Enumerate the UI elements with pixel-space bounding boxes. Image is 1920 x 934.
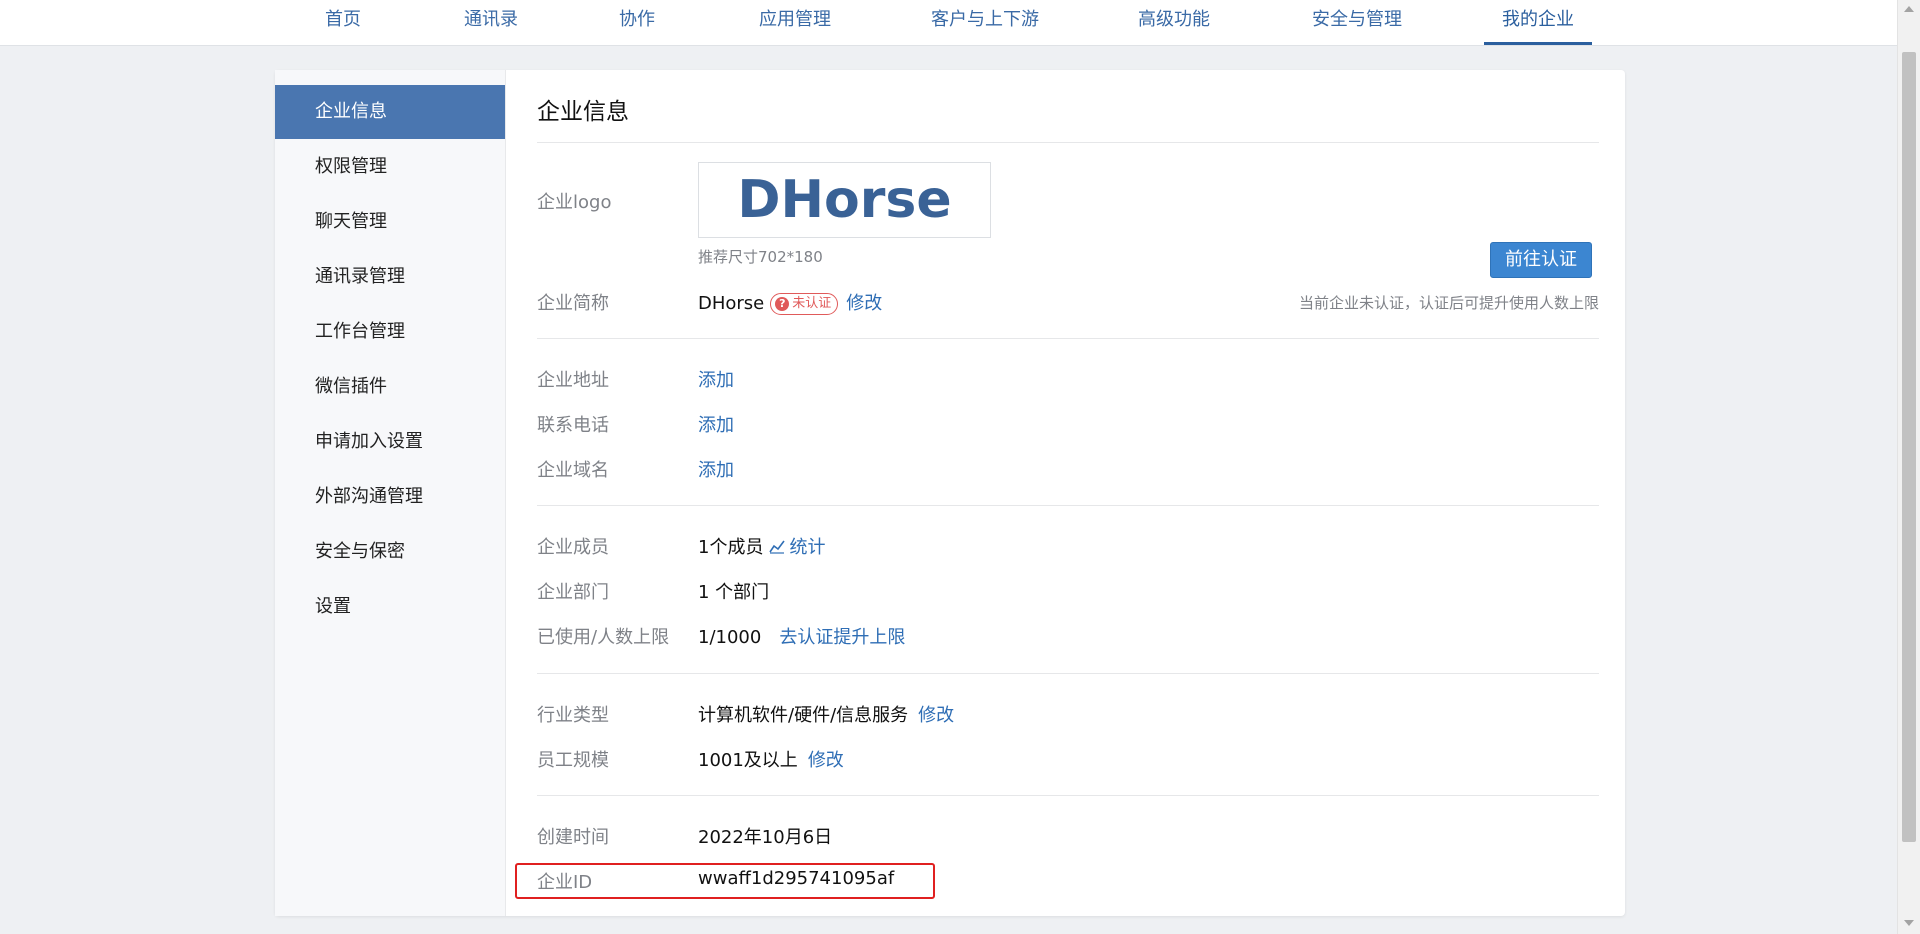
logo-text: DHorse <box>737 170 952 230</box>
divider <box>537 505 1599 506</box>
nav-label: 首页 <box>325 9 361 30</box>
phone-label: 联系电话 <box>537 415 609 436</box>
departments-value: 1 个部门 <box>698 582 770 603</box>
enterprise-card: 企业信息 权限管理 聊天管理 通讯录管理 工作台管理 微信插件 申请加入设置 外… <box>275 70 1625 916</box>
sidebar-item-enterprise-info[interactable]: 企业信息 <box>275 85 505 139</box>
divider <box>537 142 1599 143</box>
page-scrollbar[interactable] <box>1897 0 1920 934</box>
sidebar: 企业信息 权限管理 聊天管理 通讯录管理 工作台管理 微信插件 申请加入设置 外… <box>275 70 506 916</box>
nav-item-my-enterprise[interactable]: 我的企业 <box>1484 0 1592 45</box>
add-domain-link[interactable]: 添加 <box>698 456 734 482</box>
domain-label: 企业域名 <box>537 460 609 481</box>
scroll-up-arrow-icon[interactable] <box>1904 6 1914 12</box>
sidebar-item-settings[interactable]: 设置 <box>275 580 505 634</box>
short-name-value: DHorse <box>698 293 765 314</box>
usage-value: 1/1000 <box>698 627 762 648</box>
nav-label: 我的企业 <box>1502 9 1574 30</box>
members-label: 企业成员 <box>537 537 609 558</box>
scroll-thumb[interactable] <box>1902 52 1916 842</box>
sidebar-item-join-settings[interactable]: 申请加入设置 <box>275 415 505 469</box>
logo-label: 企业logo <box>537 192 612 213</box>
corp-id-label: 企业ID <box>537 872 593 893</box>
sidebar-item-wechat-plugin[interactable]: 微信插件 <box>275 360 505 414</box>
created-value: 2022年10月6日 <box>698 827 833 848</box>
chart-icon[interactable] <box>769 538 786 559</box>
verify-note: 当前企业未认证，认证后可提升使用人数上限 <box>1298 294 1599 312</box>
sidebar-item-external-comm[interactable]: 外部沟通管理 <box>275 470 505 524</box>
page-title: 企业信息 <box>537 99 629 125</box>
address-label: 企业地址 <box>537 370 609 391</box>
statistics-link[interactable]: 统计 <box>789 537 825 558</box>
divider <box>537 338 1599 339</box>
go-verify-button[interactable]: 前往认证 <box>1490 242 1592 278</box>
nav-item-collaboration[interactable]: 协作 <box>607 0 667 45</box>
industry-row: 计算机软件/硬件/信息服务 修改 <box>698 701 954 727</box>
logo-size-hint: 推荐尺寸702*180 <box>698 248 823 266</box>
departments-label: 企业部门 <box>537 582 609 603</box>
nav-item-customers[interactable]: 客户与上下游 <box>925 0 1045 45</box>
short-name-row: DHorse? 未认证 修改 <box>698 289 882 315</box>
badge-label: 未认证 <box>792 296 832 311</box>
scale-label: 员工规模 <box>537 750 609 771</box>
industry-value: 计算机软件/硬件/信息服务 <box>698 705 909 726</box>
nav-label: 应用管理 <box>759 9 831 30</box>
usage-row: 1/1000 去认证提升上限 <box>698 623 905 649</box>
sidebar-item-contacts-management[interactable]: 通讯录管理 <box>275 250 505 304</box>
nav-label: 高级功能 <box>1138 9 1210 30</box>
question-icon: ? <box>775 296 790 311</box>
sidebar-item-chat-management[interactable]: 聊天管理 <box>275 195 505 249</box>
industry-label: 行业类型 <box>537 705 609 726</box>
nav-item-security[interactable]: 安全与管理 <box>1305 0 1409 45</box>
enterprise-logo[interactable]: DHorse <box>698 162 991 238</box>
sidebar-item-workbench[interactable]: 工作台管理 <box>275 305 505 359</box>
sidebar-item-security-privacy[interactable]: 安全与保密 <box>275 525 505 579</box>
corp-id-value[interactable]: wwaff1d295741095af <box>698 868 894 889</box>
scale-row: 1001及以上 修改 <box>698 746 844 772</box>
add-phone-link[interactable]: 添加 <box>698 411 734 437</box>
edit-short-name-link[interactable]: 修改 <box>846 293 882 314</box>
scale-value: 1001及以上 <box>698 750 798 771</box>
verify-upgrade-limit-link[interactable]: 去认证提升上限 <box>779 627 905 648</box>
divider <box>537 795 1599 796</box>
scroll-down-arrow-icon[interactable] <box>1904 920 1914 926</box>
nav-active-indicator <box>1484 42 1592 45</box>
members-row: 1个成员 统计 <box>698 533 825 559</box>
add-address-link[interactable]: 添加 <box>698 366 734 392</box>
nav-item-home[interactable]: 首页 <box>313 0 373 45</box>
nav-label: 通讯录 <box>464 9 518 30</box>
edit-scale-link[interactable]: 修改 <box>808 750 844 771</box>
short-name-label: 企业简称 <box>537 293 609 314</box>
nav-item-advanced[interactable]: 高级功能 <box>1130 0 1218 45</box>
unverified-badge: ? 未认证 <box>770 293 839 315</box>
nav-label: 安全与管理 <box>1312 9 1402 30</box>
top-nav: 首页 通讯录 协作 应用管理 客户与上下游 高级功能 安全与管理 我的企业 <box>0 0 1898 46</box>
created-label: 创建时间 <box>537 827 609 848</box>
nav-item-contacts[interactable]: 通讯录 <box>455 0 527 45</box>
usage-label: 已使用/人数上限 <box>537 627 670 648</box>
edit-industry-link[interactable]: 修改 <box>918 705 954 726</box>
nav-label: 协作 <box>619 9 655 30</box>
nav-label: 客户与上下游 <box>931 9 1039 30</box>
divider <box>537 673 1599 674</box>
members-value: 1个成员 <box>698 537 764 558</box>
nav-item-app-management[interactable]: 应用管理 <box>750 0 840 45</box>
sidebar-item-permissions[interactable]: 权限管理 <box>275 140 505 194</box>
